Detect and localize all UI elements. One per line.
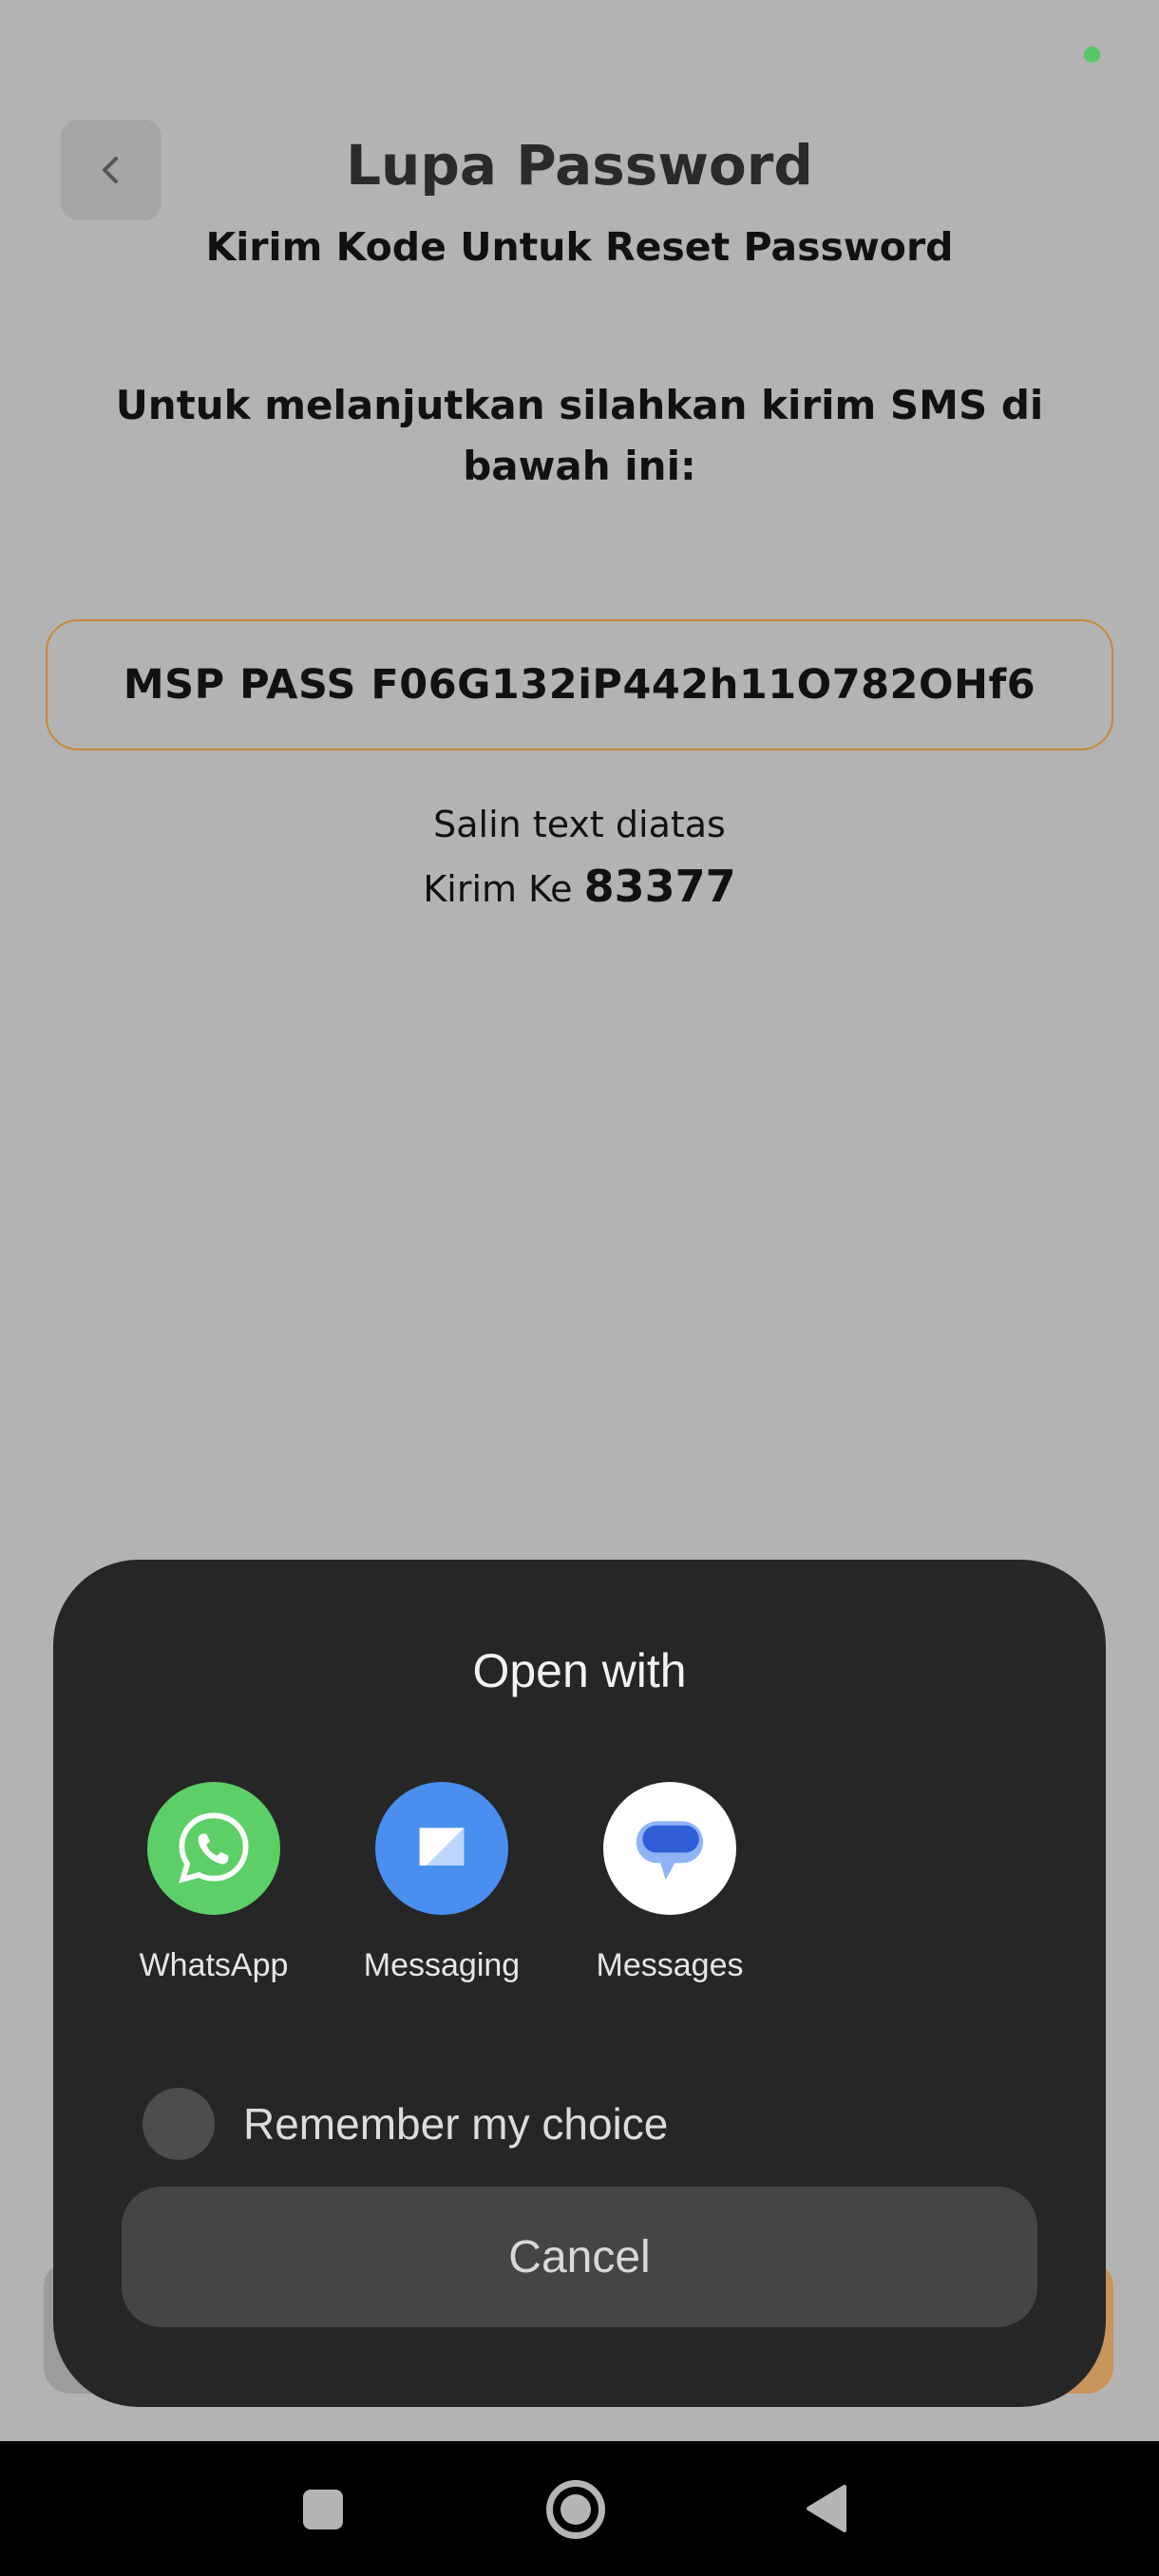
app-option-messaging[interactable]: Messaging xyxy=(352,1782,532,1984)
app-option-messages[interactable]: Messages xyxy=(580,1782,760,1984)
whatsapp-icon xyxy=(147,1782,280,1915)
app-option-whatsapp[interactable]: WhatsApp xyxy=(124,1782,304,1984)
send-to-line: Kirim Ke 83377 xyxy=(0,861,1159,912)
instruction-text: Untuk melanjutkan silahkan kirim SMS di … xyxy=(115,382,1044,489)
messaging-icon xyxy=(375,1782,508,1915)
home-icon-inner xyxy=(560,2494,591,2525)
messages-icon xyxy=(603,1782,736,1915)
sms-code-text: MSP PASS F06G132iP442h11O782OHf6 xyxy=(123,661,1036,709)
send-to-number: 83377 xyxy=(583,861,736,912)
cancel-button-label: Cancel xyxy=(508,2231,651,2282)
home-icon[interactable] xyxy=(546,2480,605,2539)
app-label: Messaging xyxy=(363,1947,521,1983)
sms-code-box[interactable]: MSP PASS F06G132iP442h11O782OHf6 xyxy=(46,619,1113,750)
cancel-button[interactable]: Cancel xyxy=(122,2187,1037,2327)
page-title: Lupa Password xyxy=(346,133,813,198)
camera-indicator-dot xyxy=(1084,47,1100,63)
send-to-prefix: Kirim Ke xyxy=(423,868,573,910)
app-label: WhatsApp xyxy=(139,1947,289,1983)
open-with-sheet: Open with WhatsApp Messaging Messages Re… xyxy=(53,1560,1106,2407)
system-nav-bar xyxy=(0,2441,1159,2576)
back-triangle-icon[interactable] xyxy=(803,2483,848,2534)
remember-choice-label: Remember my choice xyxy=(243,2099,669,2149)
page-subtitle: Kirim Kode Untuk Reset Password xyxy=(205,224,954,270)
remember-choice-option[interactable]: Remember my choice xyxy=(142,2088,668,2160)
app-label: Messages xyxy=(596,1947,744,1983)
recent-apps-icon[interactable] xyxy=(303,2490,343,2529)
remember-choice-radio[interactable] xyxy=(142,2088,215,2160)
sheet-title: Open with xyxy=(472,1644,687,1697)
copy-hint-text: Salin text diatas xyxy=(433,804,726,845)
